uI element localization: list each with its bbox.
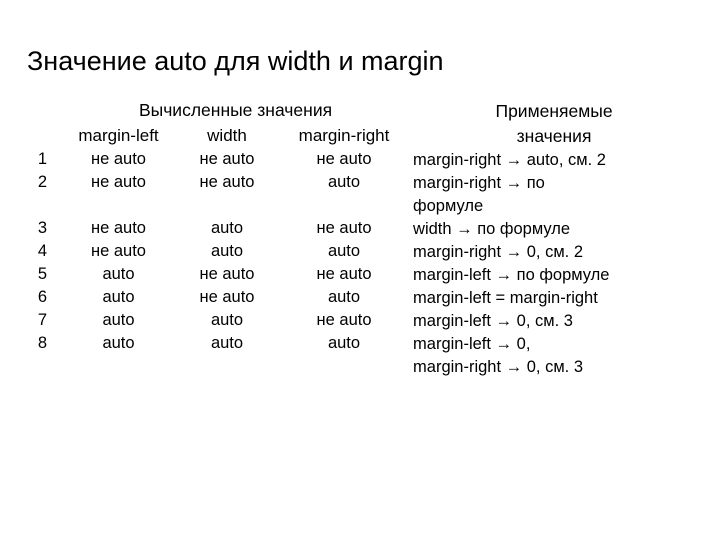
cell-margin-left: не auto — [91, 242, 146, 260]
page-title: Значение auto для width и margin — [27, 46, 444, 77]
cell-margin-right: не auto — [316, 150, 372, 168]
cell-applied-line2: margin-right → 0, см. 3 — [413, 358, 584, 376]
header-width: width — [207, 126, 247, 145]
cell-applied-values: margin-left = margin-right — [413, 287, 695, 310]
cell-margin-left: auto — [102, 265, 135, 283]
cell-margin-right: не auto — [316, 219, 372, 237]
cell-margin-right: не auto — [316, 311, 372, 329]
cell-row-number: 1 — [37, 150, 48, 168]
cell-applied-values: margin-right → по формуле — [413, 172, 695, 218]
cell-applied-line1: margin-left → по формуле — [413, 266, 610, 284]
header-margin-right: margin-right — [298, 126, 390, 145]
cell-margin-right: auto — [327, 288, 361, 306]
cell-margin-left: auto — [102, 334, 135, 352]
cell-width: не auto — [199, 265, 255, 283]
table-row: 1 не auto не auto не auto margin-right →… — [27, 149, 695, 172]
table-row: 3 не auto auto не auto width → по формул… — [27, 218, 695, 241]
cell-margin-left: auto — [102, 288, 135, 306]
cell-margin-left: не auto — [91, 173, 146, 191]
cell-margin-left: не auto — [91, 150, 146, 168]
table-body: 1 не auto не auto не auto margin-right →… — [27, 149, 695, 385]
header-margin-left: margin-left — [78, 126, 159, 145]
cell-margin-right: auto — [327, 334, 361, 352]
cell-width: auto — [210, 311, 244, 329]
cell-row-number: 7 — [37, 311, 48, 329]
table-row: 6 auto не auto auto margin-left = margin… — [27, 287, 695, 310]
cell-applied-values: margin-left → по формуле — [413, 264, 695, 287]
table-head: Вычисленные значения Применяемые значени… — [27, 99, 695, 149]
table-row: 2 не auto не auto auto margin-right → по… — [27, 172, 695, 218]
cell-applied-values: margin-right → auto, см. 2 — [413, 149, 695, 172]
cell-width: auto — [210, 242, 244, 260]
cell-applied-line1: margin-right → 0, см. 2 — [413, 243, 584, 261]
cell-margin-left: auto — [102, 311, 135, 329]
cell-row-number: 2 — [37, 173, 48, 191]
cell-applied-line1: margin-left → 0, см. 3 — [413, 312, 573, 330]
cell-row-number: 6 — [37, 288, 48, 306]
cell-applied-values: margin-right → 0, см. 2 — [413, 241, 695, 264]
cell-applied-line1: margin-right → по — [413, 174, 545, 192]
slide-canvas: Значение auto для width и margin Вычисле… — [0, 0, 720, 540]
cell-margin-left: не auto — [91, 219, 146, 237]
cell-row-number: 8 — [37, 334, 48, 352]
header-applied-values: Применяемые значения — [413, 99, 695, 149]
cell-row-number: 5 — [37, 265, 48, 283]
cell-applied-line1: width → по формуле — [413, 220, 571, 238]
cell-margin-right: auto — [327, 242, 361, 260]
table-row: 5 auto не auto не auto margin-left → по … — [27, 264, 695, 287]
header-row-number — [27, 124, 58, 149]
cell-row-number: 4 — [37, 242, 48, 260]
cell-applied-line1: margin-right → auto, см. 2 — [413, 151, 606, 169]
cell-width: не auto — [199, 173, 255, 191]
header-applied-values-line1: Применяемые — [495, 101, 613, 121]
cell-applied-values: width → по формуле — [413, 218, 695, 241]
auto-values-table: Вычисленные значения Применяемые значени… — [27, 99, 695, 385]
cell-margin-right: auto — [327, 173, 361, 191]
table-group-header-row: Вычисленные значения Применяемые значени… — [27, 99, 695, 146]
header-computed-values: Вычисленные значения — [138, 100, 333, 120]
header-spacer-corner — [27, 99, 58, 124]
cell-width: не auto — [199, 288, 255, 306]
cell-width: auto — [210, 219, 244, 237]
cell-applied-line2: формуле — [413, 197, 484, 215]
table-row: 7 auto auto не auto margin-left → 0, см.… — [27, 310, 695, 333]
cell-applied-values: margin-left → 0, см. 3 — [413, 310, 695, 333]
cell-applied-line1: margin-left → 0, — [413, 335, 531, 353]
cell-applied-line1: margin-left = margin-right — [413, 289, 598, 307]
cell-row-number: 3 — [37, 219, 48, 237]
table-row: 4 не auto auto auto margin-right → 0, см… — [27, 241, 695, 264]
table-row: 8 auto auto auto margin-left → 0, margin… — [27, 333, 695, 385]
cell-width: не auto — [199, 150, 255, 168]
cell-applied-values: margin-left → 0, margin-right → 0, см. 3 — [413, 333, 695, 385]
cell-width: auto — [210, 334, 244, 352]
header-applied-values-line2: значения — [516, 126, 592, 146]
cell-margin-right: не auto — [316, 265, 372, 283]
